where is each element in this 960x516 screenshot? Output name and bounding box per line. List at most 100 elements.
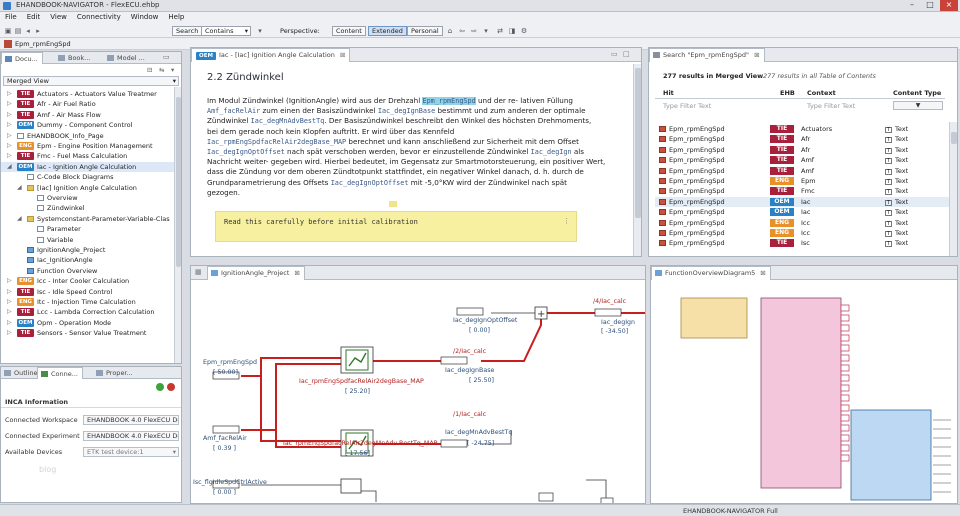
diagram-menu-icon[interactable]: ▦: [195, 268, 202, 276]
context-filter-input[interactable]: Type Filter Text: [807, 102, 855, 110]
document-scrollbar[interactable]: [633, 64, 641, 256]
expand-arrow-icon[interactable]: ▷: [7, 152, 14, 159]
result-row[interactable]: Epm_rpmEngSpd TIE Fmc T Text: [655, 186, 950, 196]
home-icon[interactable]: ⌂: [446, 27, 454, 35]
tree-item[interactable]: ◢ Systemconstant-Parameter-Variable-Clas: [1, 214, 175, 224]
breadcrumb[interactable]: Epm_rpmEngSpd: [15, 40, 71, 48]
tree-scrollbar-thumb[interactable]: [176, 97, 181, 267]
search-button[interactable]: Search: [172, 26, 203, 36]
note-menu-icon[interactable]: ⋮: [563, 217, 570, 225]
tree-item[interactable]: ▷ TIE Afr - Air Fuel Ratio: [1, 99, 175, 109]
result-row[interactable]: Epm_rpmEngSpd OEM Iac T Text: [655, 207, 950, 217]
expand-arrow-icon[interactable]: ▷: [7, 132, 14, 139]
tree-item[interactable]: Variable: [1, 235, 175, 245]
tab-bookmarks[interactable]: Book...: [55, 52, 94, 64]
collapse-arrow-icon[interactable]: ◢: [17, 184, 24, 191]
history-icon[interactable]: ▾: [482, 27, 490, 35]
result-row[interactable]: Epm_rpmEngSpd TIE Amf T Text: [655, 166, 950, 176]
result-row[interactable]: Epm_rpmEngSpd TIE Afr T Text: [655, 145, 950, 155]
panel-minimize-icon[interactable]: ▭: [163, 53, 170, 61]
tree-item[interactable]: IgnitionAngle_Project: [1, 245, 175, 255]
content-type-filter[interactable]: ▼: [893, 101, 943, 110]
small-block[interactable]: [538, 492, 554, 502]
tree-item[interactable]: ▷ TIE Amf - Air Mass Flow: [1, 110, 175, 120]
link-icon[interactable]: ⇆: [159, 66, 164, 74]
result-row[interactable]: Epm_rpmEngSpd TIE Amf T Text: [655, 155, 950, 165]
variable-link[interactable]: Epm_rpmEngSpd: [422, 97, 476, 105]
search-mode-select[interactable]: Contains ▾: [201, 26, 251, 36]
tree-item[interactable]: ▷ TIE Isc - Idle Speed Control: [1, 287, 175, 297]
menu-file[interactable]: File: [0, 12, 22, 21]
tree-item[interactable]: ▷ ENG Epm - Engine Position Management: [1, 141, 175, 151]
switch-block[interactable]: [340, 478, 362, 494]
result-row[interactable]: Epm_rpmEngSpd ENG Epm T Text: [655, 176, 950, 186]
tab-properties[interactable]: Proper...: [93, 367, 137, 379]
variable-link[interactable]: Iac_rpmEngSpdfacRelAir2degBase_MAP: [207, 138, 346, 146]
results-scrollbar-thumb[interactable]: [951, 132, 957, 144]
maximize-icon[interactable]: □: [623, 50, 630, 58]
expand-arrow-icon[interactable]: ▷: [7, 142, 14, 149]
close-icon[interactable]: ⊠: [294, 269, 299, 277]
print-icon[interactable]: ▤: [14, 27, 22, 35]
result-row[interactable]: Epm_rpmEngSpd TIE Isc T Text: [655, 238, 950, 248]
minimize-icon[interactable]: ▭: [611, 50, 618, 58]
expand-arrow-icon[interactable]: ▷: [7, 288, 14, 295]
tree-item[interactable]: Overview: [1, 193, 175, 203]
tab-connectivity[interactable]: Conne...: [37, 367, 83, 379]
hit-filter-input[interactable]: Type Filter Text: [663, 102, 711, 110]
menu-view[interactable]: View: [45, 12, 72, 21]
tree-item[interactable]: ▷ TIE Lcc - Lambda Correction Calculation: [1, 307, 175, 317]
inport-air[interactable]: [212, 425, 240, 434]
tab-diagram[interactable]: IgnitionAngle_Project ⊠: [207, 266, 305, 280]
forward-icon[interactable]: ▸: [34, 27, 42, 35]
tree-item[interactable]: ◢ OEM Iac - Ignition Angle Calculation: [1, 161, 175, 173]
tree-item[interactable]: ▷ ENG Icc - Inter Cooler Calculation: [1, 276, 175, 286]
tree-item[interactable]: Parameter: [1, 224, 175, 234]
menu-help[interactable]: Help: [163, 12, 189, 21]
main-function-block[interactable]: [760, 297, 842, 489]
outport-best[interactable]: [440, 439, 468, 448]
tab-overview[interactable]: FunctionOverviewDiagram5 ⊠: [651, 266, 771, 280]
close-icon[interactable]: ⊠: [760, 269, 765, 277]
menu-connectivity[interactable]: Connectivity: [72, 12, 126, 21]
expand-arrow-icon[interactable]: ▷: [7, 298, 14, 305]
expand-arrow-icon[interactable]: ▷: [7, 277, 14, 284]
expand-arrow-icon[interactable]: ▷: [7, 329, 14, 336]
result-row[interactable]: Epm_rpmEngSpd ENG Icc T Text: [655, 218, 950, 228]
disconnect-icon[interactable]: [167, 383, 175, 391]
tree-item[interactable]: ▷ TIE Actuators - Actuators Value Treatmer: [1, 89, 175, 99]
expand-arrow-icon[interactable]: ▷: [7, 90, 14, 97]
collapse-all-icon[interactable]: ⊟: [147, 66, 152, 74]
tab-model[interactable]: Model ...: [104, 52, 149, 64]
col-hit[interactable]: Hit: [663, 89, 674, 97]
outport-ign[interactable]: [594, 308, 622, 317]
variable-link[interactable]: Iac_degIgn: [531, 148, 572, 156]
result-row[interactable]: Epm_rpmEngSpd ENG Icc T Text: [655, 228, 950, 238]
result-row[interactable]: Epm_rpmEngSpd OEM Iac T Text: [655, 196, 950, 208]
tree-item[interactable]: ▷ OEM Opm - Operation Mode: [1, 318, 175, 328]
bookmark-icon[interactable]: ◨: [508, 27, 516, 35]
collapse-arrow-icon[interactable]: ◢: [17, 215, 24, 222]
tree-item[interactable]: Zündwinkel: [1, 203, 175, 213]
outport-base[interactable]: [440, 356, 468, 365]
tree-item[interactable]: ◢ [Iac] Ignition Angle Calculation: [1, 183, 175, 193]
close-icon[interactable]: ⊠: [340, 51, 345, 59]
nav-back-icon[interactable]: ⇦: [458, 27, 466, 35]
menu-edit[interactable]: Edit: [22, 12, 46, 21]
filter-icon[interactable]: ▾: [256, 27, 264, 35]
tab-search[interactable]: Search "Epm_rpmEngSpd" ⊠: [649, 48, 765, 62]
tab-documentation[interactable]: Docu...: [1, 52, 43, 64]
param-offset[interactable]: [456, 307, 484, 316]
devices-select[interactable]: ETK test device:1 ▾: [83, 447, 179, 457]
variable-link[interactable]: Iac_degIgnBase: [378, 107, 435, 115]
view-selector[interactable]: Merged View ▾: [3, 76, 179, 86]
col-ehb[interactable]: EHB: [780, 89, 795, 97]
minimize-button[interactable]: –: [903, 0, 921, 11]
results-scrollbar[interactable]: [949, 122, 957, 256]
experiment-field[interactable]: EHANDBOOK 4.0 FlexECU Der: [83, 431, 179, 441]
tab-document[interactable]: OEM Iac - [Iac] Ignition Angle Calculatio…: [191, 48, 351, 62]
tab-outline[interactable]: Outline: [1, 367, 42, 379]
tree-item[interactable]: Iac_IgnitionAngle: [1, 255, 175, 265]
variable-link[interactable]: Iac_degIgnOptOffset: [207, 148, 285, 156]
expand-arrow-icon[interactable]: ▷: [7, 121, 14, 128]
